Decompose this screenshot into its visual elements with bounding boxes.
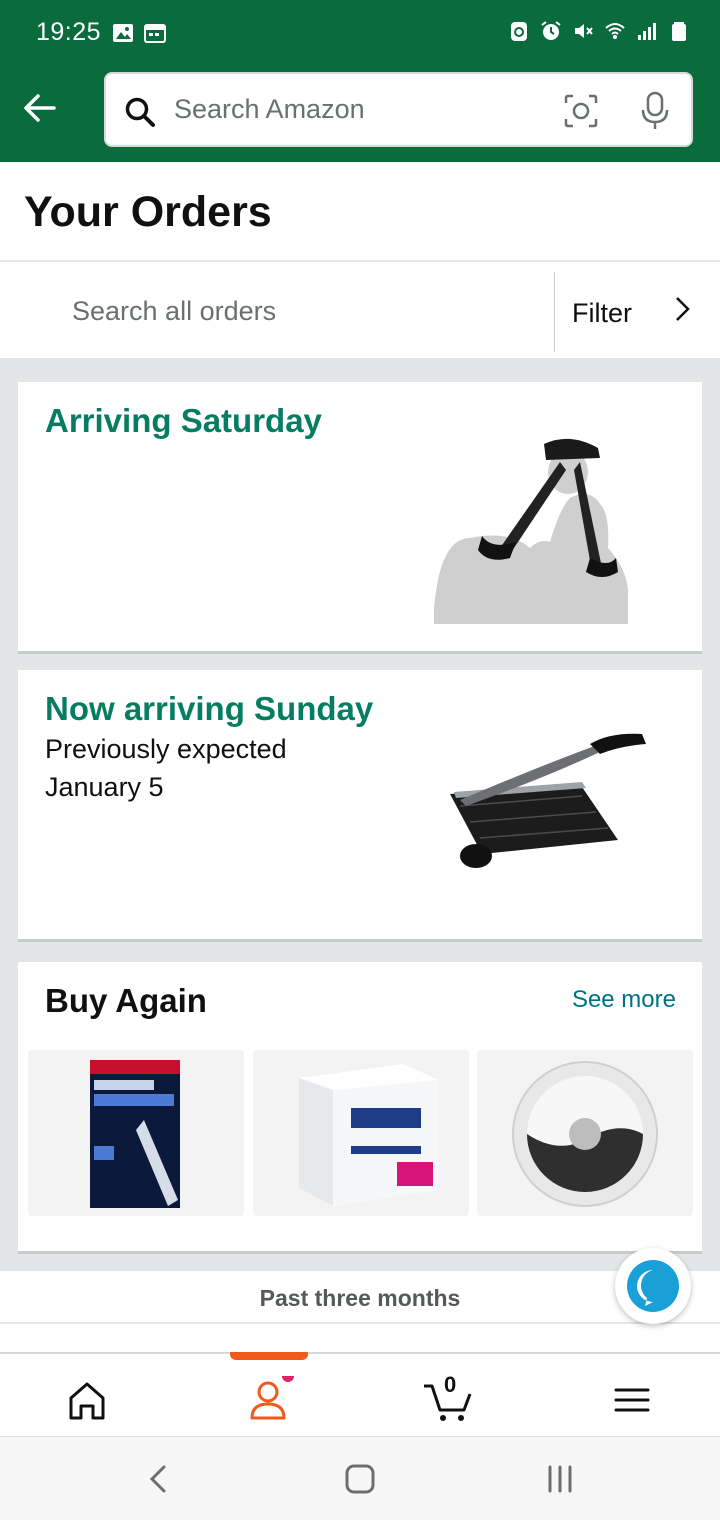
app-header: 19:25 Search Amazon (0, 0, 720, 162)
buy-again-section: Buy Again See more (18, 962, 702, 1254)
search-input[interactable]: Search Amazon (174, 94, 365, 125)
delivery-status: Arriving Saturday (45, 402, 322, 439)
alexa-icon (627, 1260, 679, 1312)
home-icon[interactable] (57, 1376, 117, 1424)
product-image (299, 1064, 439, 1206)
amazon-search-bar[interactable]: Search Amazon (104, 72, 693, 147)
previous-date-value: January 5 (45, 772, 164, 802)
filter-button[interactable]: Filter (572, 298, 632, 329)
delivery-status: Now arriving Sunday (45, 690, 374, 727)
order-card[interactable]: Now arriving Sunday Previously expected … (18, 670, 702, 942)
alexa-button[interactable] (615, 1248, 691, 1324)
chevron-right-icon[interactable] (672, 294, 694, 324)
signal-icon (638, 23, 656, 40)
battery-icon (672, 22, 686, 41)
buy-again-item[interactable] (477, 1050, 693, 1216)
alarm-icon (541, 21, 561, 40)
product-image (90, 1060, 180, 1208)
system-recents-icon[interactable] (540, 1461, 580, 1497)
menu-icon[interactable] (602, 1376, 662, 1424)
time-range-selector[interactable]: Past three months (0, 1270, 720, 1324)
cart-button[interactable]: 0 (418, 1372, 478, 1424)
back-arrow-icon[interactable] (20, 88, 60, 128)
status-time: 19:25 (36, 18, 102, 46)
status-bar: 19:25 (0, 0, 720, 70)
previous-date-label: Previously expected (45, 734, 287, 764)
time-range-label: Past three months (259, 1285, 461, 1311)
buy-again-item[interactable] (253, 1050, 469, 1216)
wifi-icon (605, 23, 625, 39)
see-more-link[interactable]: See more (572, 986, 676, 1014)
camera-search-icon[interactable] (563, 93, 599, 129)
gallery-icon (113, 24, 133, 42)
product-image[interactable] (430, 418, 640, 624)
order-search-input[interactable]: Search all orders (72, 296, 276, 327)
product-image[interactable] (430, 726, 650, 876)
system-home-icon[interactable] (340, 1461, 380, 1497)
buy-again-item[interactable] (28, 1050, 244, 1216)
calendar-icon (144, 24, 166, 43)
order-search-row: Search all orders Filter (0, 262, 720, 591)
account-icon[interactable] (238, 1376, 298, 1424)
active-tab-indicator (230, 1352, 308, 1360)
microphone-icon[interactable] (639, 91, 671, 131)
search-icon (125, 97, 155, 127)
cart-count: 0 (444, 1372, 457, 1397)
bottom-nav: 0 (0, 1352, 720, 1436)
system-back-icon[interactable] (140, 1461, 180, 1497)
divider (554, 272, 555, 352)
recycle-icon (511, 22, 527, 41)
section-title: Buy Again (45, 982, 207, 1019)
system-navigation-bar (0, 1436, 720, 1520)
mute-icon (575, 24, 593, 38)
product-image (512, 1061, 658, 1207)
order-card[interactable]: Arriving Saturday (18, 382, 702, 654)
page-title: Your Orders (24, 188, 272, 236)
